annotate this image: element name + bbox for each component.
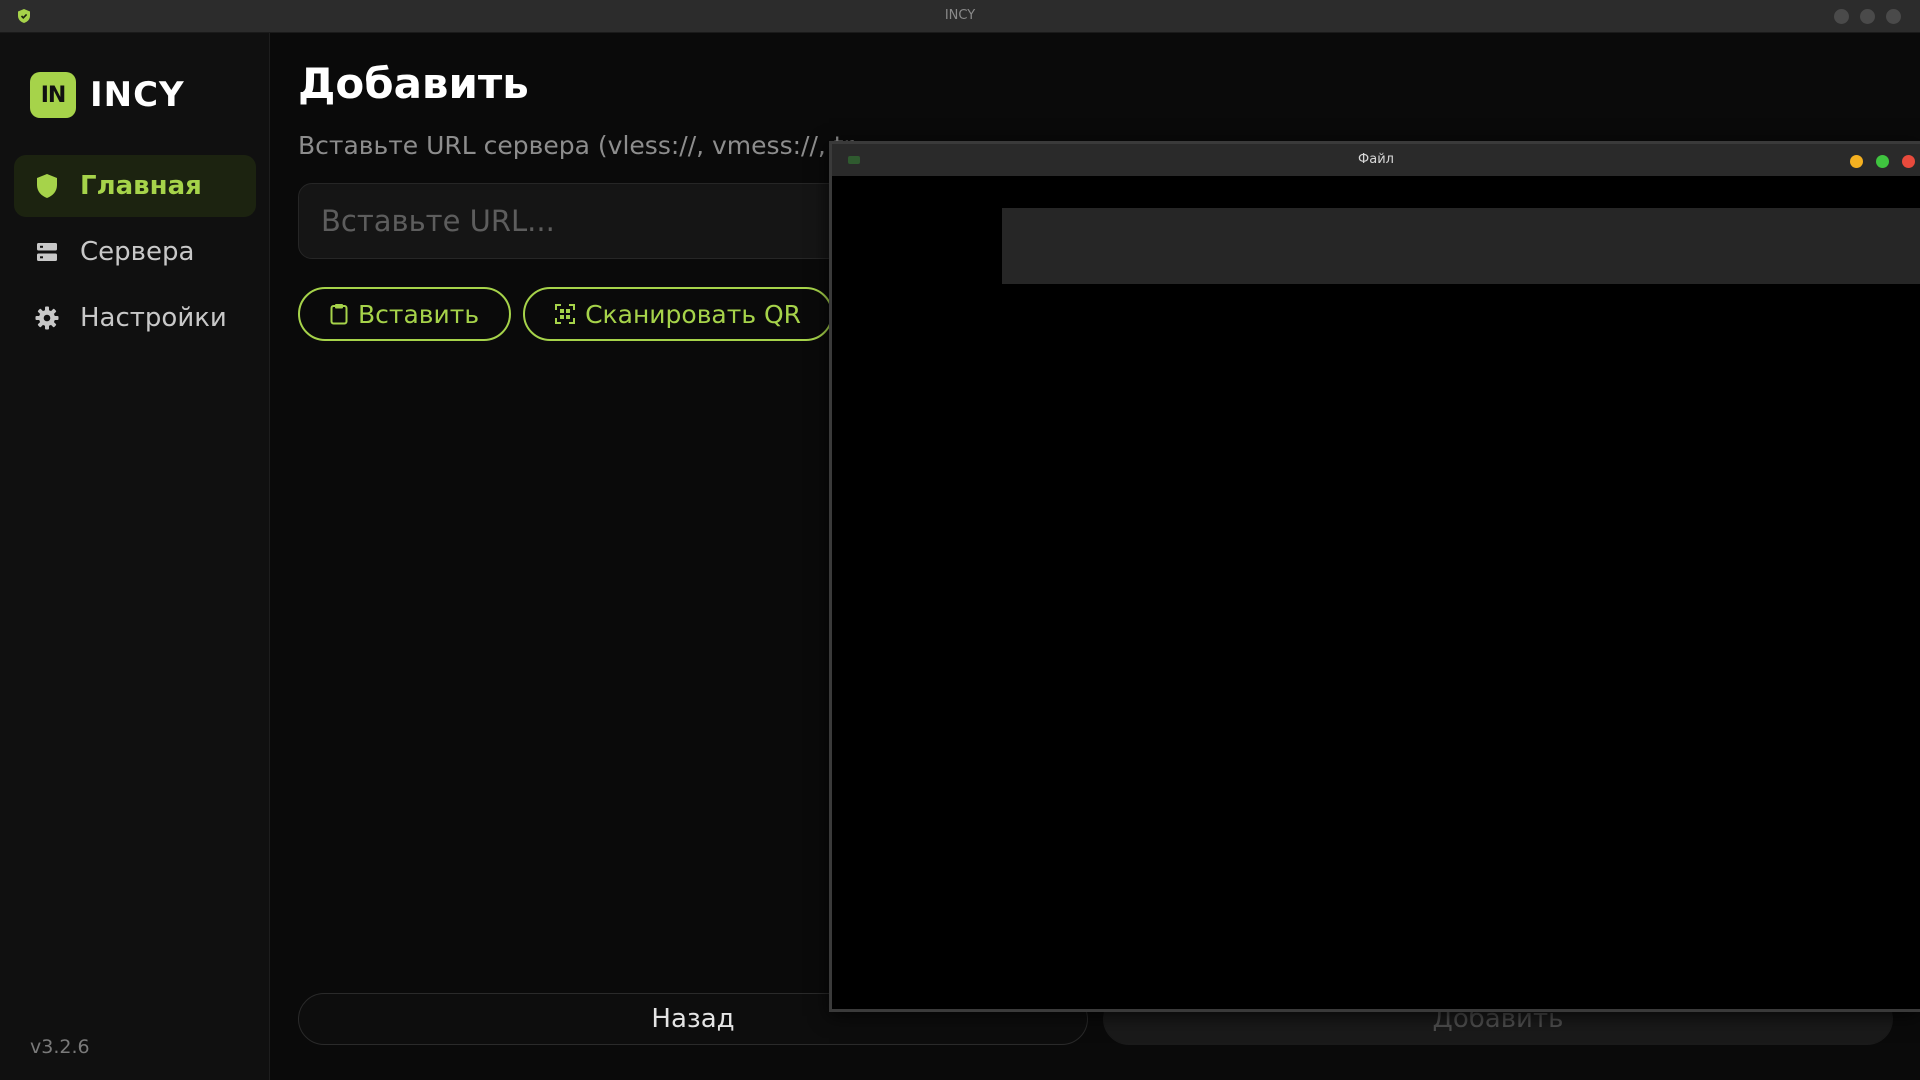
brand-name: INCY bbox=[90, 75, 185, 115]
file-dialog-window[interactable]: Файл bbox=[829, 141, 1920, 1012]
window-titlebar: INCY bbox=[0, 0, 1920, 33]
sidebar-item-servers[interactable]: Сервера bbox=[14, 221, 256, 283]
gear-icon bbox=[34, 305, 60, 331]
qr-scan-icon bbox=[555, 304, 576, 324]
shield-icon bbox=[34, 173, 60, 199]
minimize-button[interactable] bbox=[1834, 9, 1849, 24]
file-dialog-titlebar[interactable]: Файл bbox=[832, 144, 1920, 176]
file-dialog-minimize-button[interactable] bbox=[1850, 155, 1863, 168]
clipboard-icon bbox=[330, 303, 348, 325]
close-button[interactable] bbox=[1886, 9, 1901, 24]
sidebar-item-label: Главная bbox=[80, 171, 202, 201]
sidebar-item-label: Настройки bbox=[80, 303, 227, 333]
file-dialog-path-bar[interactable] bbox=[1002, 208, 1920, 284]
scan-qr-button[interactable]: Сканировать QR bbox=[523, 287, 834, 341]
scan-qr-button-label: Сканировать QR bbox=[585, 299, 802, 329]
sidebar-item-label: Сервера bbox=[80, 237, 195, 267]
file-dialog-title: Файл bbox=[1358, 152, 1394, 167]
brand-badge: IN bbox=[30, 72, 76, 118]
app-version: v3.2.6 bbox=[30, 1036, 90, 1058]
input-actions: Вставить Сканировать QR bbox=[298, 287, 845, 341]
page-title: Добавить bbox=[298, 59, 529, 108]
brand-logo: IN INCY bbox=[30, 71, 185, 119]
sidebar: IN INCY Главная Сервера Настройки v3.2.6 bbox=[0, 33, 270, 1080]
paste-button-label: Вставить bbox=[358, 299, 480, 329]
server-icon bbox=[34, 239, 60, 265]
window-title: INCY bbox=[944, 8, 976, 23]
sidebar-nav: Главная Сервера Настройки bbox=[14, 155, 256, 353]
file-dialog-maximize-button[interactable] bbox=[1876, 155, 1889, 168]
sidebar-item-settings[interactable]: Настройки bbox=[14, 287, 256, 349]
paste-button[interactable]: Вставить bbox=[298, 287, 512, 341]
file-dialog-close-button[interactable] bbox=[1902, 155, 1915, 168]
maximize-button[interactable] bbox=[1860, 9, 1875, 24]
url-hint: Вставьте URL сервера (vless://, vmess://… bbox=[298, 131, 854, 160]
sidebar-item-home[interactable]: Главная bbox=[14, 155, 256, 217]
